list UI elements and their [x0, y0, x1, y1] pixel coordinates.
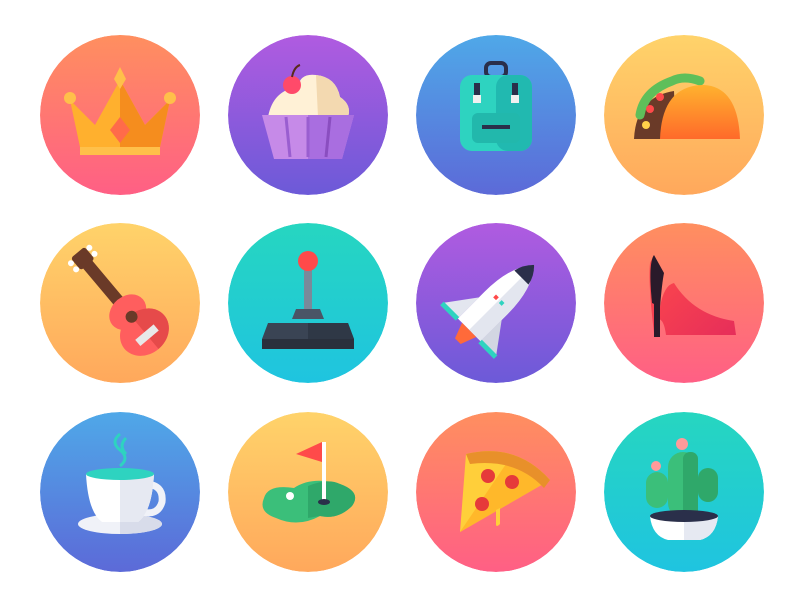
taco-tile	[604, 35, 764, 195]
backpack-icon	[416, 35, 576, 195]
space-shuttle-icon	[416, 223, 576, 383]
cactus-tile	[604, 412, 764, 572]
tea-cup-icon	[40, 412, 200, 572]
cupcake-icon	[228, 35, 388, 195]
guitar-tile	[40, 223, 200, 383]
icon-grid	[0, 0, 800, 600]
high-heel-icon	[604, 223, 764, 383]
tea-cup-tile	[40, 412, 200, 572]
guitar-icon	[40, 223, 200, 383]
crown-icon	[40, 35, 200, 195]
golf-flag-icon	[228, 412, 388, 572]
golf-flag-tile	[228, 412, 388, 572]
cactus-icon	[604, 412, 764, 572]
space-shuttle-tile	[416, 223, 576, 383]
joystick-tile	[228, 223, 388, 383]
high-heel-tile	[604, 223, 764, 383]
joystick-icon	[228, 223, 388, 383]
cupcake-tile	[228, 35, 388, 195]
backpack-tile	[416, 35, 576, 195]
crown-tile	[40, 35, 200, 195]
pizza-slice-tile	[416, 412, 576, 572]
taco-icon	[604, 35, 764, 195]
pizza-slice-icon	[416, 412, 576, 572]
